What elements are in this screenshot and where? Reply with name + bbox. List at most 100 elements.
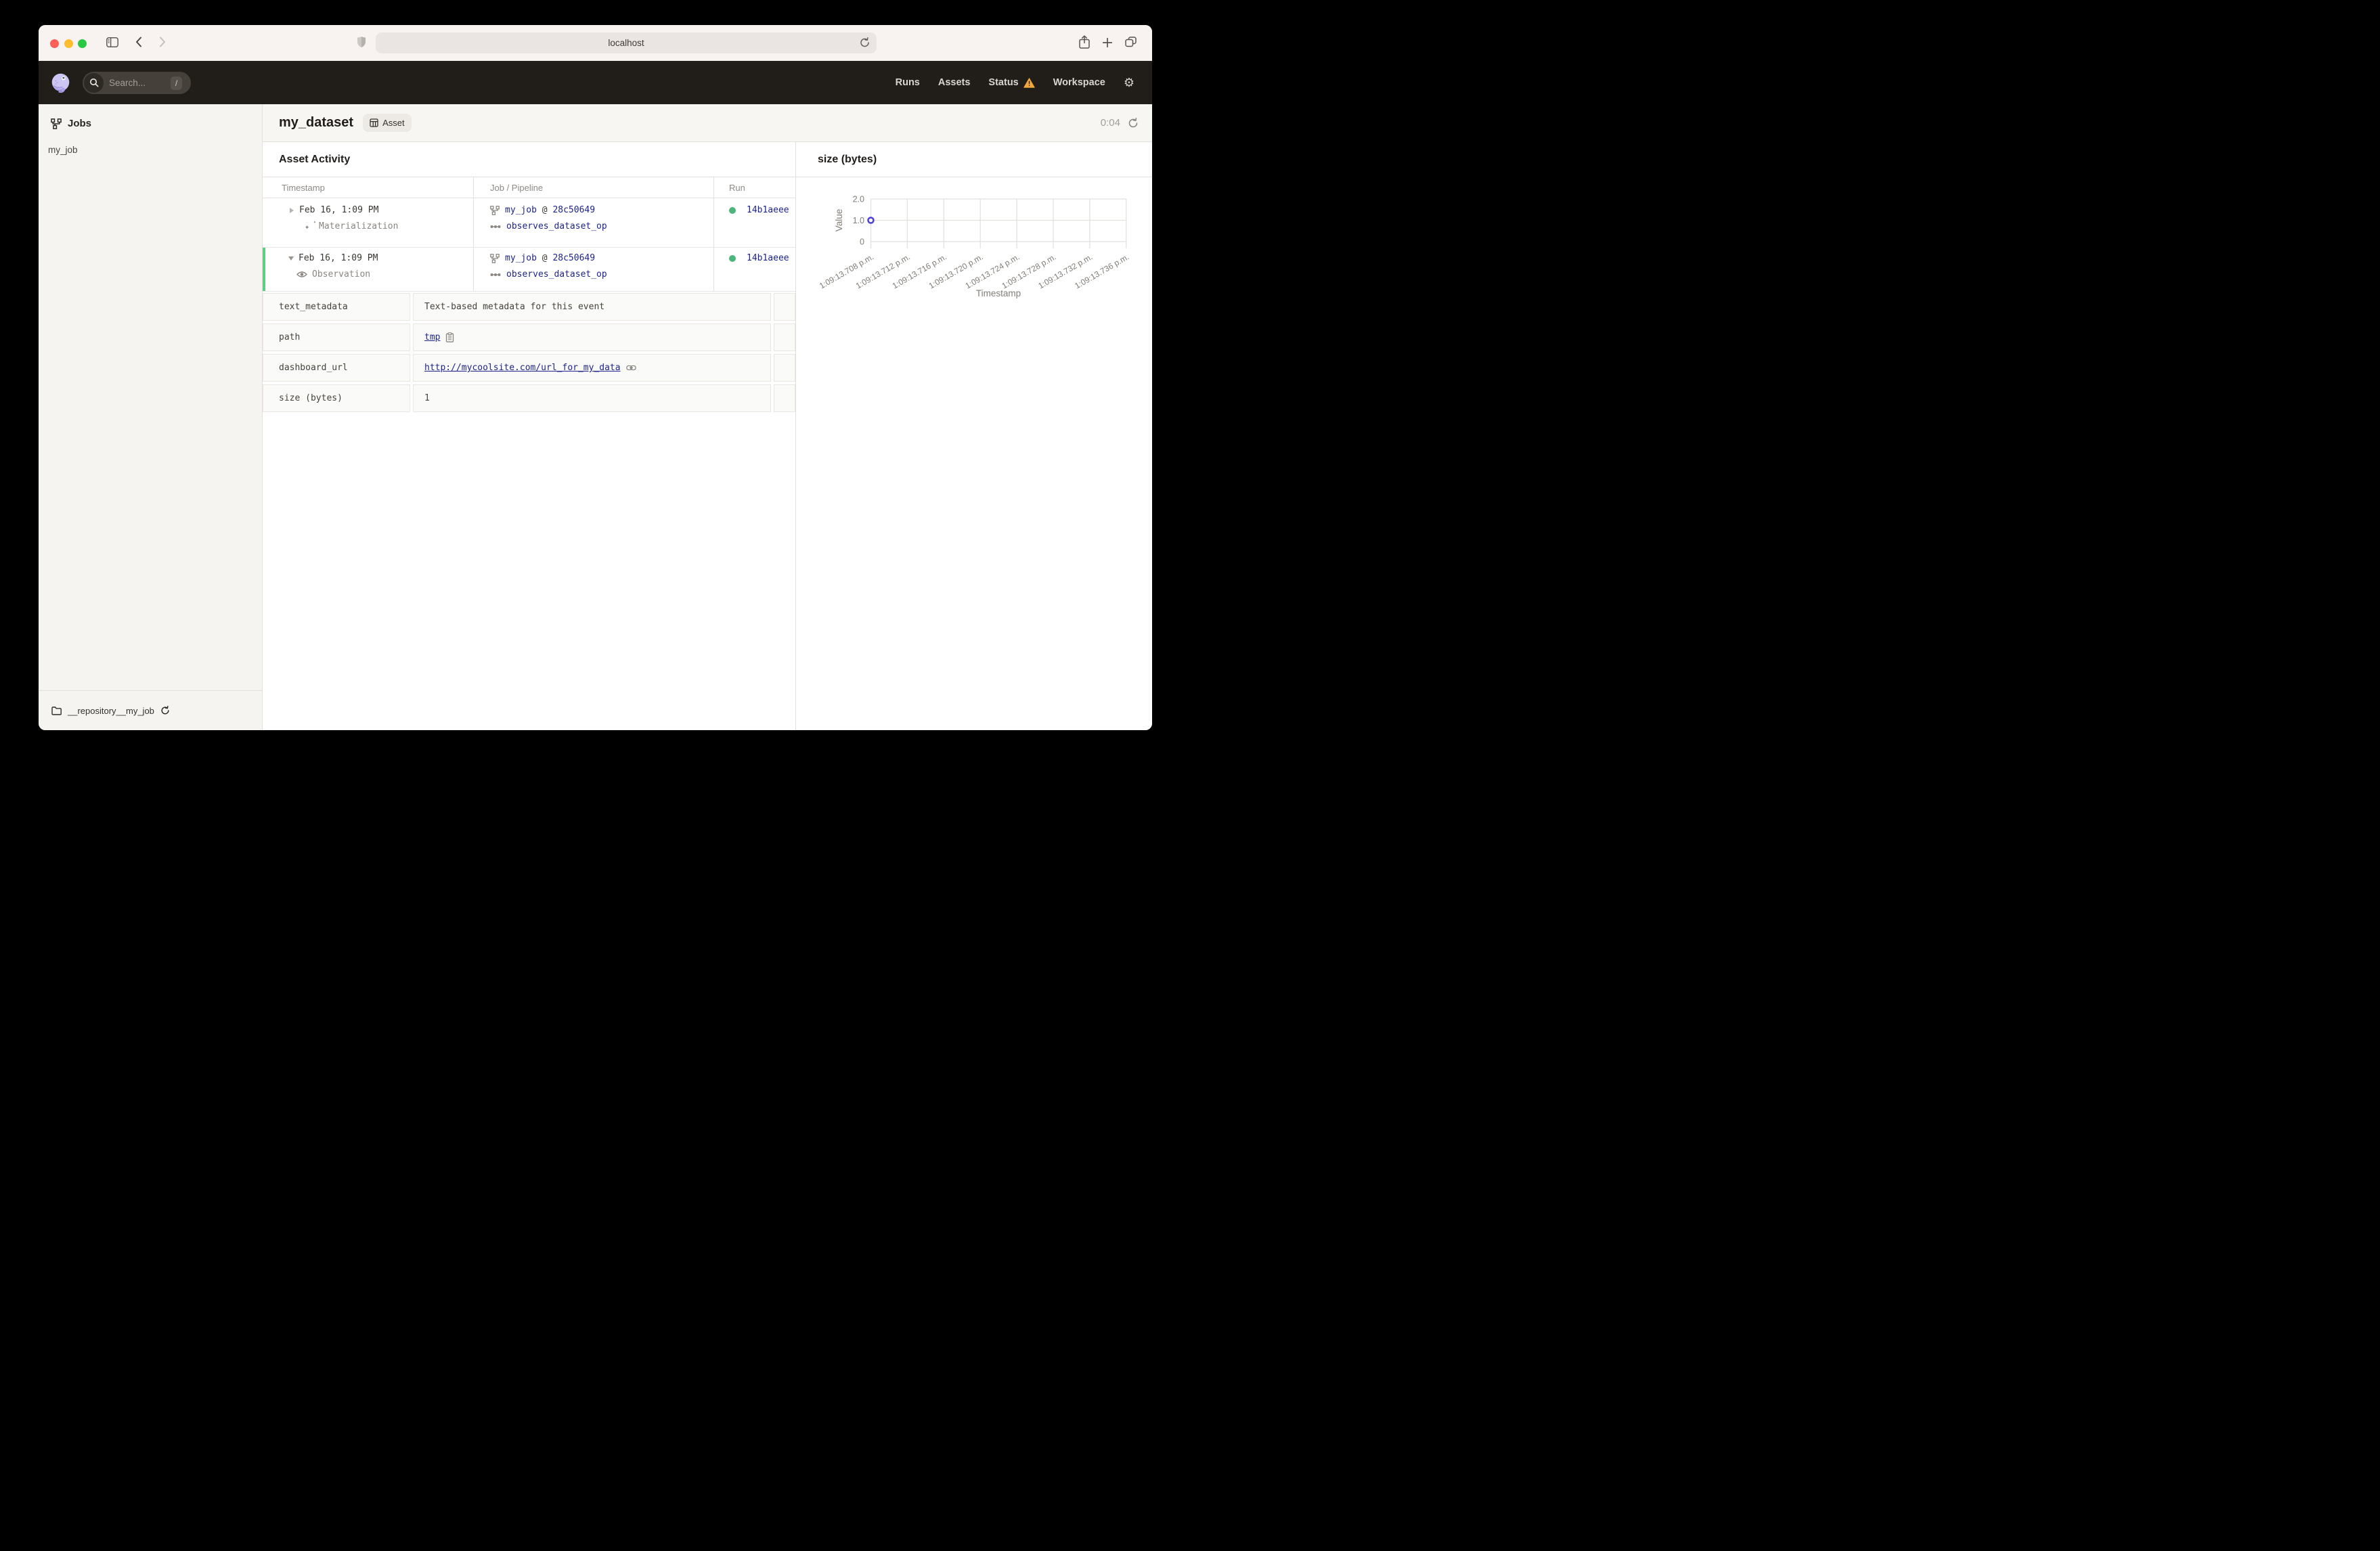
repository-footer: __repository__my_job (39, 690, 262, 730)
y-axis-label: Value (834, 209, 844, 232)
op-icon (490, 225, 501, 228)
dashboard-url-link[interactable]: http://mycoolsite.com/url_for_my_data (424, 363, 621, 373)
refresh-timer: 0:04 (1100, 117, 1120, 129)
minimize-window-button[interactable] (64, 39, 73, 48)
address-bar-url: localhost (608, 38, 644, 48)
event-metadata-table: text_metadata Text-based metadata for th… (263, 292, 795, 412)
repository-name: __repository__my_job (68, 705, 154, 716)
sidebar-title: Jobs (68, 118, 92, 129)
expanded-row-indicator (263, 248, 265, 291)
asset-activity-panel: Asset Activity Timestamp Job / Pipeline … (263, 142, 796, 730)
sidebar-jobs-header: Jobs (39, 104, 262, 129)
sidebar-item-my-job[interactable]: my_job (39, 141, 262, 159)
nav-assets[interactable]: Assets (938, 77, 971, 88)
asset-activity-heading: Asset Activity (263, 142, 795, 177)
op-link[interactable]: observes_dataset_op (506, 269, 607, 279)
y-tick-label: 0 (860, 238, 864, 247)
job-link[interactable]: my_job (505, 253, 537, 263)
metadata-row: dashboard_url http://mycoolsite.com/url_… (263, 354, 795, 382)
y-tick-label: 2.0 (853, 195, 864, 204)
op-icon (490, 273, 501, 276)
page-header: my_dataset Asset 0:04 (263, 104, 1152, 142)
job-icon (490, 253, 500, 263)
share-icon[interactable] (1079, 35, 1090, 49)
event-timestamp: Feb 16, 1:09 PM (299, 253, 378, 263)
job-link[interactable]: my_job (505, 205, 537, 215)
metadata-key: dashboard_url (263, 354, 410, 382)
metadata-key: text_metadata (263, 293, 410, 321)
col-job-pipeline: Job / Pipeline (473, 177, 713, 198)
app-header: / Runs Assets Status Workspace ⚙ (39, 61, 1152, 104)
nav-status[interactable]: Status (988, 77, 1035, 88)
search-input[interactable] (109, 77, 169, 88)
metadata-key: path (263, 323, 410, 351)
header-nav: Runs Assets Status Workspace ⚙ (896, 76, 1152, 89)
page-title: my_dataset (279, 115, 354, 130)
activity-table-header: Timestamp Job / Pipeline Run (263, 177, 795, 198)
sidebar: Jobs my_job __repository__my_job (39, 104, 263, 730)
run-status-dot (729, 206, 736, 214)
op-link[interactable]: observes_dataset_op (506, 221, 607, 231)
run-id-link[interactable]: 14b1aeee (747, 205, 789, 215)
chart-title: size (bytes) (796, 142, 1152, 177)
tab-overview-icon[interactable] (1125, 37, 1137, 47)
nav-runs[interactable]: Runs (896, 77, 920, 88)
search-shortcut-badge: / (171, 76, 182, 90)
copy-clipboard-icon[interactable] (445, 332, 454, 342)
materialization-icon: ✦ ✦ (305, 219, 316, 231)
metadata-row: text_metadata Text-based metadata for th… (263, 293, 795, 321)
event-timestamp: Feb 16, 1:09 PM (299, 205, 379, 215)
collapse-row-icon[interactable] (288, 256, 294, 261)
search-icon (84, 72, 104, 93)
metadata-value: 1 (424, 393, 430, 403)
reload-repository-icon[interactable] (160, 706, 170, 715)
x-axis-label: Timestamp (976, 288, 1021, 298)
metadata-row: size (bytes) 1 (263, 384, 795, 412)
address-bar[interactable]: localhost (376, 32, 877, 53)
reload-icon[interactable] (860, 37, 870, 48)
col-timestamp: Timestamp (282, 182, 325, 193)
browser-window: localhost Search... / Runs Assets Status… (39, 25, 1152, 730)
event-type: Materialization (319, 221, 399, 231)
metadata-row: path tmp (263, 323, 795, 351)
y-tick-label: 1.0 (853, 216, 864, 225)
asset-icon (370, 118, 378, 127)
table-row-observation: Feb 16, 1:09 PM Observation my_job @ 28c… (263, 248, 795, 292)
size-bytes-chart: 0 1.0 2.0 1:09:13.708 p.m. 1:09:13.712 p.m. 1… (796, 177, 1152, 730)
data-point[interactable] (867, 217, 875, 224)
warning-icon (1023, 77, 1035, 88)
back-button-icon[interactable] (135, 37, 142, 47)
scatter-plot: 01.02.01:09:13.708 p.m.1:09:13.712 p.m.1… (818, 195, 1130, 299)
metadata-value: Text-based metadata for this event (424, 302, 605, 312)
external-link-icon (625, 365, 636, 371)
refresh-page-icon[interactable] (1128, 117, 1139, 129)
size-bytes-panel: size (bytes) 0 1.0 2.0 1:09:13.708 p.m. 1:09… (796, 142, 1152, 730)
event-type: Observation (312, 269, 371, 279)
settings-gear-icon[interactable]: ⚙ (1124, 76, 1134, 89)
expand-row-icon[interactable] (290, 207, 294, 213)
browser-toolbar: localhost (39, 25, 1152, 61)
new-tab-icon[interactable] (1103, 38, 1112, 47)
run-hash-link[interactable]: 28c50649 (552, 253, 595, 263)
dagster-logo[interactable] (50, 72, 71, 93)
nav-workspace[interactable]: Workspace (1053, 77, 1105, 88)
privacy-shield-icon[interactable] (357, 36, 366, 48)
forward-button-icon[interactable] (159, 37, 166, 47)
asset-tag: Asset (363, 114, 412, 132)
zoom-window-button[interactable] (78, 39, 87, 48)
col-run: Run (713, 177, 795, 198)
window-controls (50, 39, 87, 48)
run-id-link[interactable]: 14b1aeee (747, 253, 789, 263)
observation-eye-icon (296, 271, 307, 277)
run-hash-link[interactable]: 28c50649 (552, 205, 595, 215)
path-link[interactable]: tmp (424, 332, 440, 342)
table-row-materialization: Feb 16, 1:09 PM ✦ ✦ Materialization my_j… (263, 198, 795, 248)
job-icon (490, 205, 500, 215)
metadata-key: size (bytes) (263, 384, 410, 412)
close-window-button[interactable] (50, 39, 59, 48)
sidebar-toggle-icon[interactable] (106, 37, 118, 47)
jobs-icon (51, 118, 62, 129)
global-search[interactable]: / (83, 71, 191, 94)
asset-tag-label: Asset (382, 118, 405, 128)
folder-icon (51, 706, 62, 715)
